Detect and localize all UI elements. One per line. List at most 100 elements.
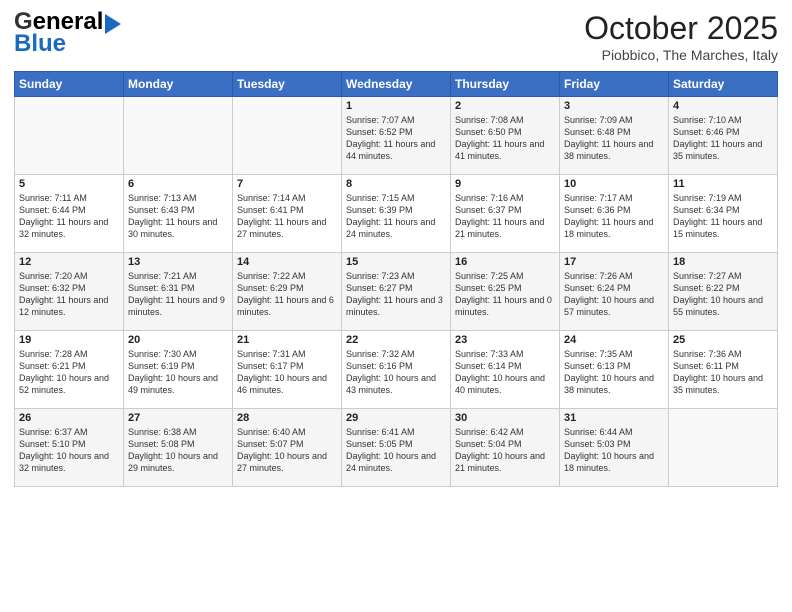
day-info: Sunrise: 7:28 AM Sunset: 6:21 PM Dayligh… (19, 348, 119, 397)
day-number: 4 (673, 100, 773, 112)
day-info: Sunrise: 7:27 AM Sunset: 6:22 PM Dayligh… (673, 270, 773, 319)
header-saturday: Saturday (669, 72, 778, 97)
week-row-5: 26 Sunrise: 6:37 AM Sunset: 5:10 PM Dayli… (15, 409, 778, 487)
day-info: Sunrise: 6:38 AM Sunset: 5:08 PM Dayligh… (128, 426, 228, 475)
day-info: Sunrise: 7:21 AM Sunset: 6:31 PM Dayligh… (128, 270, 228, 319)
day-info: Sunrise: 7:11 AM Sunset: 6:44 PM Dayligh… (19, 192, 119, 241)
day-cell: 16Sunrise: 7:25 AM Sunset: 6:25 PM Dayli… (451, 253, 560, 331)
day-cell: 15Sunrise: 7:23 AM Sunset: 6:27 PM Dayli… (342, 253, 451, 331)
day-cell: 14 Sunrise: 7:22 AM Sunset: 6:29 PM Dayli… (233, 253, 342, 331)
header-sunday: Sunday (15, 72, 124, 97)
day-number: 19 (19, 334, 119, 346)
day-cell: 11 Sunrise: 7:19 AM Sunset: 6:34 PM Dayli… (669, 175, 778, 253)
day-number: 13 (128, 256, 228, 268)
day-number: 25 (673, 334, 773, 346)
day-number: 26 (19, 412, 119, 424)
day-info: Sunrise: 7:08 AM Sunset: 6:50 PM Dayligh… (455, 114, 555, 163)
day-number: 21 (237, 334, 337, 346)
day-info: Sunrise: 7:33 AM Sunset: 6:14 PM Dayligh… (455, 348, 555, 397)
header-friday: Friday (560, 72, 669, 97)
day-cell: 17 Sunrise: 7:26 AM Sunset: 6:24 PM Dayli… (560, 253, 669, 331)
week-row-3: 12 Sunrise: 7:20 AM Sunset: 6:32 PM Dayli… (15, 253, 778, 331)
day-info: Sunrise: 7:32 AM Sunset: 6:16 PM Dayligh… (346, 348, 446, 397)
day-number: 7 (237, 178, 337, 190)
day-cell: 27Sunrise: 6:38 AM Sunset: 5:08 PM Dayli… (124, 409, 233, 487)
day-number: 20 (128, 334, 228, 346)
days-header-row: Sunday Monday Tuesday Wednesday Thursday… (15, 72, 778, 97)
day-info: Sunrise: 6:42 AM Sunset: 5:04 PM Dayligh… (455, 426, 555, 475)
day-number: 6 (128, 178, 228, 190)
day-info: Sunrise: 7:17 AM Sunset: 6:36 PM Dayligh… (564, 192, 664, 241)
logo-text-block: General Blue (14, 10, 121, 56)
week-row-4: 19 Sunrise: 7:28 AM Sunset: 6:21 PM Dayli… (15, 331, 778, 409)
day-number: 18 (673, 256, 773, 268)
logo-blue: Blue (14, 32, 121, 56)
day-cell: 4 Sunrise: 7:10 AM Sunset: 6:46 PM Daylig… (669, 97, 778, 175)
day-cell: 25 Sunrise: 7:36 AM Sunset: 6:11 PM Dayli… (669, 331, 778, 409)
day-number: 31 (564, 412, 664, 424)
header-tuesday: Tuesday (233, 72, 342, 97)
day-number: 29 (346, 412, 446, 424)
day-info: Sunrise: 7:13 AM Sunset: 6:43 PM Dayligh… (128, 192, 228, 241)
day-cell: 1 Sunrise: 7:07 AM Sunset: 6:52 PM Daylig… (342, 97, 451, 175)
day-info: Sunrise: 6:37 AM Sunset: 5:10 PM Dayligh… (19, 426, 119, 475)
day-cell: 2 Sunrise: 7:08 AM Sunset: 6:50 PM Daylig… (451, 97, 560, 175)
day-cell: 5 Sunrise: 7:11 AM Sunset: 6:44 PM Daylig… (15, 175, 124, 253)
day-info: Sunrise: 6:41 AM Sunset: 5:05 PM Dayligh… (346, 426, 446, 475)
day-cell: 31 Sunrise: 6:44 AM Sunset: 5:03 PM Dayli… (560, 409, 669, 487)
day-cell: 22Sunrise: 7:32 AM Sunset: 6:16 PM Dayli… (342, 331, 451, 409)
day-info: Sunrise: 7:26 AM Sunset: 6:24 PM Dayligh… (564, 270, 664, 319)
day-number: 16 (455, 256, 555, 268)
day-number: 15 (346, 256, 446, 268)
day-cell: 9Sunrise: 7:16 AM Sunset: 6:37 PM Daylig… (451, 175, 560, 253)
day-cell: 18 Sunrise: 7:27 AM Sunset: 6:22 PM Dayli… (669, 253, 778, 331)
day-cell: 23 Sunrise: 7:33 AM Sunset: 6:14 PM Dayli… (451, 331, 560, 409)
day-info: Sunrise: 7:22 AM Sunset: 6:29 PM Dayligh… (237, 270, 337, 319)
day-cell: 21 Sunrise: 7:31 AM Sunset: 6:17 PM Dayli… (233, 331, 342, 409)
day-info: Sunrise: 7:10 AM Sunset: 6:46 PM Dayligh… (673, 114, 773, 163)
day-info: Sunrise: 7:19 AM Sunset: 6:34 PM Dayligh… (673, 192, 773, 241)
day-info: Sunrise: 7:36 AM Sunset: 6:11 PM Dayligh… (673, 348, 773, 397)
day-cell: 19 Sunrise: 7:28 AM Sunset: 6:21 PM Dayli… (15, 331, 124, 409)
week-row-1: 1 Sunrise: 7:07 AM Sunset: 6:52 PM Daylig… (15, 97, 778, 175)
day-number: 1 (346, 100, 446, 112)
header-wednesday: Wednesday (342, 72, 451, 97)
day-number: 11 (673, 178, 773, 190)
title-block: October 2025 Piobbico, The Marches, Ital… (584, 10, 778, 63)
day-cell: 24Sunrise: 7:35 AM Sunset: 6:13 PM Dayli… (560, 331, 669, 409)
calendar-body: 1 Sunrise: 7:07 AM Sunset: 6:52 PM Daylig… (15, 97, 778, 487)
day-info: Sunrise: 7:15 AM Sunset: 6:39 PM Dayligh… (346, 192, 446, 241)
day-cell: 12 Sunrise: 7:20 AM Sunset: 6:32 PM Dayli… (15, 253, 124, 331)
day-info: Sunrise: 7:30 AM Sunset: 6:19 PM Dayligh… (128, 348, 228, 397)
day-number: 14 (237, 256, 337, 268)
header: General Blue October 2025 Piobbico, The … (14, 10, 778, 63)
day-number: 30 (455, 412, 555, 424)
day-cell: 20 Sunrise: 7:30 AM Sunset: 6:19 PM Dayli… (124, 331, 233, 409)
day-number: 2 (455, 100, 555, 112)
day-number: 8 (346, 178, 446, 190)
day-number: 10 (564, 178, 664, 190)
day-number: 12 (19, 256, 119, 268)
day-cell: 7Sunrise: 7:14 AM Sunset: 6:41 PM Daylig… (233, 175, 342, 253)
day-cell: 10 Sunrise: 7:17 AM Sunset: 6:36 PM Dayli… (560, 175, 669, 253)
day-info: Sunrise: 6:44 AM Sunset: 5:03 PM Dayligh… (564, 426, 664, 475)
day-number: 5 (19, 178, 119, 190)
day-number: 23 (455, 334, 555, 346)
day-info: Sunrise: 6:40 AM Sunset: 5:07 PM Dayligh… (237, 426, 337, 475)
month-title: October 2025 (584, 10, 778, 47)
day-cell: 30 Sunrise: 6:42 AM Sunset: 5:04 PM Dayli… (451, 409, 560, 487)
week-row-2: 5 Sunrise: 7:11 AM Sunset: 6:44 PM Daylig… (15, 175, 778, 253)
day-number: 17 (564, 256, 664, 268)
day-number: 9 (455, 178, 555, 190)
day-info: Sunrise: 7:31 AM Sunset: 6:17 PM Dayligh… (237, 348, 337, 397)
day-cell (233, 97, 342, 175)
day-info: Sunrise: 7:20 AM Sunset: 6:32 PM Dayligh… (19, 270, 119, 319)
location: Piobbico, The Marches, Italy (584, 47, 778, 63)
day-info: Sunrise: 7:07 AM Sunset: 6:52 PM Dayligh… (346, 114, 446, 163)
day-cell (669, 409, 778, 487)
day-number: 28 (237, 412, 337, 424)
logo: General Blue (14, 10, 121, 56)
day-cell: 29 Sunrise: 6:41 AM Sunset: 5:05 PM Dayli… (342, 409, 451, 487)
day-number: 24 (564, 334, 664, 346)
day-cell (15, 97, 124, 175)
